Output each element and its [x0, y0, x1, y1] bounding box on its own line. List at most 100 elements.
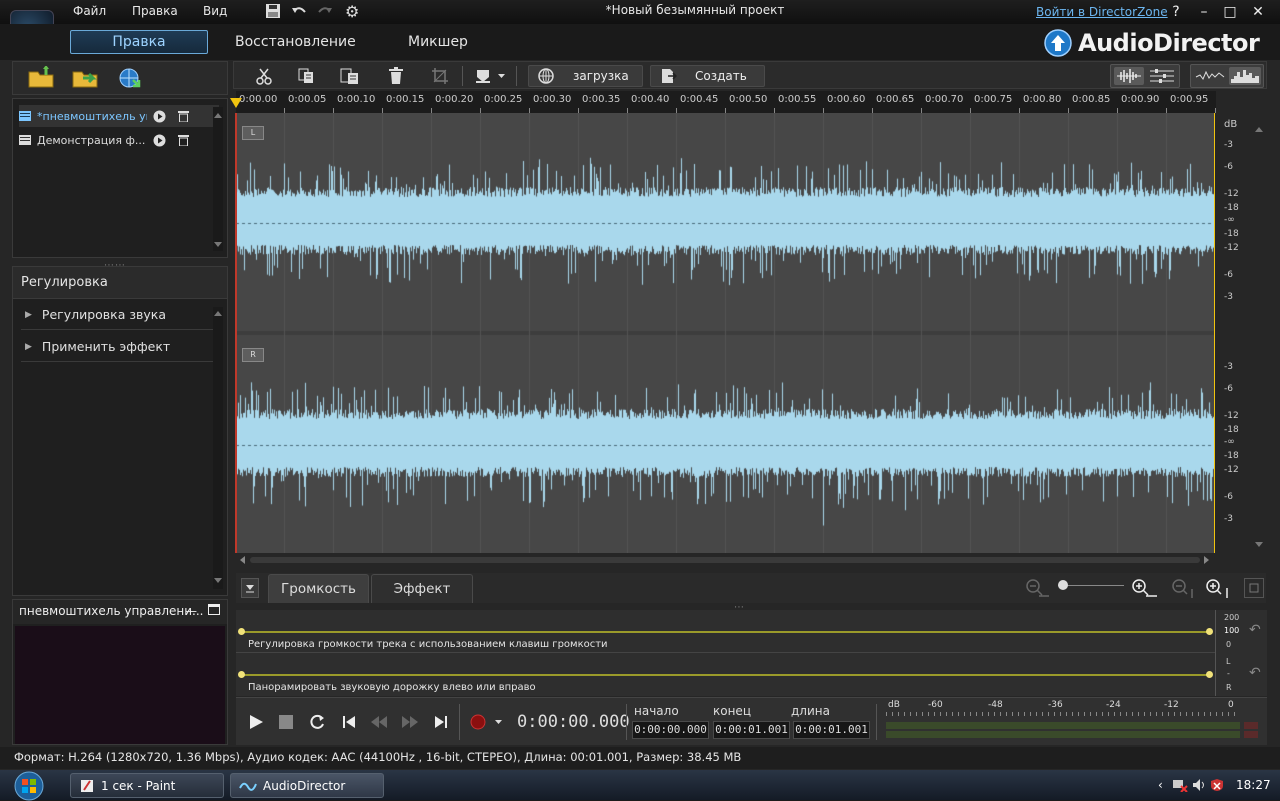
pan-keyframe[interactable]	[1206, 671, 1213, 678]
db-scrollbar[interactable]	[1254, 123, 1264, 551]
audiodirector-taskbar-icon	[239, 782, 257, 791]
help-button[interactable]: ?	[1166, 2, 1186, 22]
start-time-field[interactable]: 0:00:00.000	[632, 721, 709, 739]
right-db-label: -6	[1224, 384, 1233, 394]
spectrum-display-icon[interactable]	[1229, 67, 1261, 85]
multitrack-view-icon[interactable]	[1147, 67, 1177, 85]
trash-icon[interactable]	[178, 110, 189, 122]
zoom-out-vertical-icon[interactable]	[1170, 577, 1196, 599]
taskbar-item-paint[interactable]: 1 сек - Paint	[70, 773, 224, 798]
paste-icon[interactable]	[340, 66, 360, 86]
preview-maximize-icon[interactable]	[208, 604, 220, 615]
end-time-field[interactable]: 0:00:01.001	[713, 721, 790, 739]
waveform-horizontal-scrollbar[interactable]	[236, 553, 1214, 567]
adjust-sound-item[interactable]: ▶ Регулировка звука	[21, 300, 213, 330]
pan-keyframe[interactable]	[238, 671, 245, 678]
play-icon[interactable]	[246, 712, 266, 732]
volume-tray-icon[interactable]	[1192, 778, 1206, 792]
brand-name: AudioDirector	[1078, 29, 1260, 57]
play-circle-icon[interactable]	[153, 134, 166, 147]
left-db-label: -18	[1224, 229, 1239, 239]
timeline-ruler[interactable]	[236, 91, 1216, 113]
waveform-area[interactable]: L R	[236, 113, 1214, 553]
start-button[interactable]	[4, 771, 54, 801]
library-item[interactable]: *пневмоштихель управления	[19, 105, 219, 127]
tab-effect[interactable]: Эффект	[371, 574, 473, 603]
import-folder-icon[interactable]	[27, 66, 57, 90]
volume-envelope-line[interactable]	[241, 631, 1210, 633]
adjust-scrollbar[interactable]	[213, 307, 223, 589]
meter-tick-label: -24	[1106, 700, 1121, 710]
pan-envelope-line[interactable]	[241, 674, 1210, 676]
security-tray-icon[interactable]	[1210, 778, 1224, 792]
left-db-label: -∞	[1224, 215, 1235, 225]
download-globe-icon[interactable]	[115, 66, 145, 90]
reset-pan-icon[interactable]: ↶	[1249, 665, 1261, 681]
reset-volume-icon[interactable]: ↶	[1249, 622, 1261, 638]
play-circle-icon[interactable]	[153, 110, 166, 123]
zoom-slider-handle[interactable]	[1058, 580, 1068, 590]
fast-forward-icon[interactable]	[400, 712, 420, 732]
taskbar-paint-label: 1 сек - Paint	[101, 778, 176, 793]
go-to-end-icon[interactable]	[431, 712, 451, 732]
library-scrollbar[interactable]	[213, 107, 223, 251]
meter-tick-label: -36	[1048, 700, 1063, 710]
minimize-button[interactable]: –	[1194, 2, 1214, 22]
maximize-button[interactable]: □	[1220, 2, 1240, 22]
clip-indicator-right[interactable]	[1244, 731, 1258, 738]
record-dropdown[interactable]	[468, 712, 504, 732]
mode-tab-edit[interactable]: Правка	[70, 30, 208, 54]
scroll-right-icon[interactable]	[1204, 556, 1209, 564]
delete-icon[interactable]	[386, 66, 406, 86]
go-to-start-icon[interactable]	[339, 712, 359, 732]
clip-indicator-left[interactable]	[1244, 722, 1258, 729]
copy-icon[interactable]	[296, 66, 316, 86]
zoom-out-horizontal-icon[interactable]	[1024, 577, 1050, 599]
collapse-panel-button[interactable]	[241, 578, 259, 598]
close-button[interactable]: ✕	[1248, 2, 1268, 22]
taskbar-item-audiodirector[interactable]: AudioDirector	[230, 773, 384, 798]
rewind-icon[interactable]	[369, 712, 389, 732]
scroll-left-icon[interactable]	[240, 556, 245, 564]
trash-icon[interactable]	[178, 134, 189, 146]
create-button[interactable]: Создать	[650, 65, 765, 87]
mode-tab-restore[interactable]: Восстановление	[235, 34, 356, 50]
length-time-field[interactable]: 0:00:01.001	[793, 721, 870, 739]
ruler-tick-label: 0:00.15	[386, 94, 425, 105]
envelope-scale-edge	[1215, 610, 1216, 696]
network-tray-icon[interactable]	[1172, 778, 1188, 792]
volume-keyframe[interactable]	[1206, 628, 1213, 635]
cut-icon[interactable]	[254, 66, 274, 86]
playhead-marker-icon[interactable]	[230, 98, 242, 110]
wave-display-icon[interactable]	[1194, 67, 1226, 85]
marker-dropdown[interactable]	[474, 66, 508, 86]
scroll-thumb[interactable]	[250, 557, 1200, 563]
directorzone-login-link[interactable]: Войти в DirectorZone	[1036, 5, 1168, 19]
preview-minimize-icon[interactable]: —	[185, 604, 197, 618]
library-item[interactable]: Демонстрация ф...	[19, 129, 219, 151]
ruler-tick-label: 0:00.20	[435, 94, 474, 105]
channel-right-tag[interactable]: R	[242, 348, 264, 362]
zoom-in-vertical-icon[interactable]	[1204, 577, 1232, 599]
apply-effect-item[interactable]: ▶ Применить эффект	[21, 332, 213, 362]
crop-icon[interactable]	[430, 66, 450, 86]
import-media-icon[interactable]	[71, 66, 101, 90]
tray-expand-icon[interactable]: ‹	[1158, 778, 1163, 792]
loop-icon[interactable]	[307, 712, 327, 732]
volume-keyframe[interactable]	[238, 628, 245, 635]
left-db-label: -18	[1224, 203, 1239, 213]
pan-envelope-description: Панорамировать звуковую дорожку влево ил…	[248, 682, 536, 693]
fit-view-icon[interactable]	[1244, 578, 1264, 598]
right-db-label: -6	[1224, 492, 1233, 502]
right-db-label: -3	[1224, 514, 1233, 524]
toolbar-divider	[462, 66, 463, 86]
zoom-in-horizontal-icon[interactable]	[1130, 577, 1158, 599]
mode-tab-mixer[interactable]: Микшер	[408, 34, 468, 50]
stop-icon[interactable]	[276, 712, 296, 732]
waveform-canvas[interactable]	[236, 113, 1214, 553]
waveform-view-icon[interactable]	[1114, 67, 1144, 85]
channel-left-tag[interactable]: L	[242, 126, 264, 140]
tab-volume[interactable]: Громкость	[268, 574, 369, 603]
library-item-name: Демонстрация ф...	[37, 133, 146, 147]
upload-button[interactable]: загрузка	[528, 65, 643, 87]
